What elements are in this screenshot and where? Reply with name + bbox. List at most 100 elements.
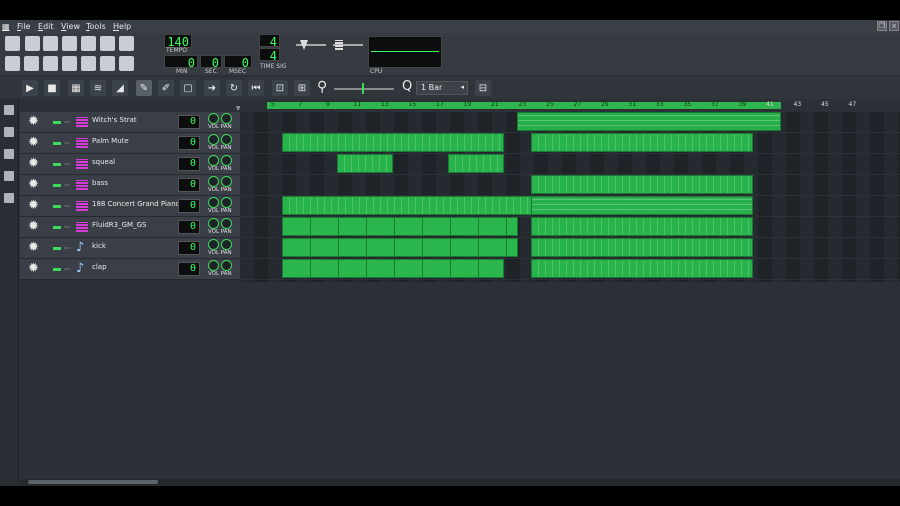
pattern-clip[interactable] xyxy=(531,196,753,215)
beat-bass-icon[interactable] xyxy=(24,56,39,71)
close-icon[interactable]: × xyxy=(889,21,899,31)
track-solo-toggle[interactable] xyxy=(64,247,70,249)
add-beat-track-icon[interactable]: ▦ xyxy=(68,80,84,96)
track-name[interactable]: clap xyxy=(92,263,107,271)
pattern-clip[interactable] xyxy=(282,217,518,236)
pattern-clip[interactable] xyxy=(531,259,753,278)
app-icon[interactable]: ▦ xyxy=(2,20,10,33)
pattern-clip[interactable] xyxy=(282,238,518,257)
horizontal-scroll-thumb[interactable] xyxy=(28,480,158,484)
track-name[interactable]: Witch's Strat xyxy=(92,116,137,124)
menu-file[interactable]: File xyxy=(17,20,30,33)
track-lane[interactable] xyxy=(240,133,900,154)
track-settings-gear-icon[interactable]: ✹ xyxy=(28,199,39,212)
pattern-clip[interactable] xyxy=(282,259,504,278)
track-solo-toggle[interactable] xyxy=(64,226,70,228)
track-mute-toggle[interactable] xyxy=(53,247,61,250)
piano-roll-icon[interactable] xyxy=(43,56,58,71)
track-solo-toggle[interactable] xyxy=(64,142,70,144)
pan-knob[interactable] xyxy=(221,134,232,145)
pattern-clip[interactable] xyxy=(531,175,753,194)
edit-mode-icon[interactable]: ✐ xyxy=(158,80,174,96)
project-notes-icon[interactable] xyxy=(119,56,134,71)
track-solo-toggle[interactable] xyxy=(64,268,70,270)
track-settings-gear-icon[interactable]: ✹ xyxy=(28,262,39,275)
song-editor-icon[interactable] xyxy=(5,56,20,71)
stop-icon[interactable]: ■ xyxy=(44,80,60,96)
save-icon[interactable] xyxy=(81,36,96,51)
draw-mode-icon[interactable]: ✎ xyxy=(136,80,152,96)
track-lane[interactable] xyxy=(240,154,900,175)
track-row[interactable]: ✹ FluidR3_GM_GS 0 VOL PAN xyxy=(20,217,240,238)
pan-knob[interactable] xyxy=(221,239,232,250)
track-row[interactable]: ✹ Witch's Strat 0 VOL PAN xyxy=(20,112,240,133)
play-icon[interactable]: ▶ xyxy=(22,80,38,96)
controller-icon[interactable] xyxy=(100,56,115,71)
proportional-snap-icon[interactable]: ⊟ xyxy=(475,80,491,96)
pan-knob[interactable] xyxy=(221,218,232,229)
computer-icon[interactable] xyxy=(4,193,14,203)
volume-knob[interactable] xyxy=(208,155,219,166)
pattern-clip[interactable] xyxy=(531,217,753,236)
recent-icon[interactable] xyxy=(62,36,77,51)
samples-icon[interactable] xyxy=(4,127,14,137)
zoom-slider-handle[interactable] xyxy=(362,83,364,94)
volume-knob[interactable] xyxy=(208,239,219,250)
track-mute-toggle[interactable] xyxy=(53,268,61,271)
track-row[interactable]: ✹ ♪ clap 0 VOL PAN xyxy=(20,259,240,280)
pan-knob[interactable] xyxy=(221,113,232,124)
pan-knob[interactable] xyxy=(221,155,232,166)
track-row[interactable]: ✹ 188 Concert Grand Piano 0 VOL PAN xyxy=(20,196,240,217)
export-tracks-icon[interactable] xyxy=(119,36,134,51)
menu-help[interactable]: Help xyxy=(113,20,131,33)
track-solo-toggle[interactable] xyxy=(64,163,70,165)
track-lane[interactable] xyxy=(240,112,900,133)
pan-knob[interactable] xyxy=(221,176,232,187)
track-solo-toggle[interactable] xyxy=(64,121,70,123)
volume-knob[interactable] xyxy=(208,113,219,124)
pan-knob[interactable] xyxy=(221,260,232,271)
track-name[interactable]: bass xyxy=(92,179,108,187)
mixer-icon[interactable] xyxy=(81,56,96,71)
track-settings-gear-icon[interactable]: ✹ xyxy=(28,178,39,191)
stop-behaviour-icon[interactable]: ⏮ xyxy=(248,80,264,96)
track-row[interactable]: ✹ Palm Mute 0 VOL PAN xyxy=(20,133,240,154)
zoom-slider[interactable] xyxy=(334,88,394,90)
select-mode-icon[interactable]: ▢ xyxy=(180,80,196,96)
track-lane[interactable] xyxy=(240,238,900,259)
pattern-clip[interactable] xyxy=(337,154,393,173)
volume-knob[interactable] xyxy=(208,260,219,271)
auto-scroll-icon[interactable]: ➜ xyxy=(204,80,220,96)
pattern-clip[interactable] xyxy=(531,133,753,152)
volume-knob[interactable] xyxy=(208,197,219,208)
track-name[interactable]: FluidR3_GM_GS xyxy=(92,221,146,229)
track-settings-gear-icon[interactable]: ✹ xyxy=(28,241,39,254)
new-from-template-icon[interactable] xyxy=(25,36,40,51)
volume-knob[interactable] xyxy=(208,176,219,187)
track-name[interactable]: 188 Concert Grand Piano xyxy=(92,200,180,208)
track-settings-gear-icon[interactable]: ✹ xyxy=(28,157,39,170)
fit-all-icon[interactable]: ⊞ xyxy=(294,80,310,96)
track-mute-toggle[interactable] xyxy=(53,163,61,166)
track-lane[interactable] xyxy=(240,196,900,217)
track-mute-toggle[interactable] xyxy=(53,205,61,208)
timesig-numerator[interactable]: 4 xyxy=(259,34,280,49)
presets-icon[interactable] xyxy=(4,149,14,159)
quantize-select[interactable]: 1 Bar ◂ xyxy=(416,81,468,95)
track-mute-toggle[interactable] xyxy=(53,142,61,145)
track-mute-toggle[interactable] xyxy=(53,121,61,124)
track-settings-gear-icon[interactable]: ✹ xyxy=(28,136,39,149)
volume-knob[interactable] xyxy=(208,134,219,145)
automation-icon[interactable] xyxy=(62,56,77,71)
track-lane[interactable] xyxy=(240,217,900,238)
home-icon[interactable] xyxy=(4,171,14,181)
pattern-clip[interactable] xyxy=(282,196,532,215)
new-icon[interactable] xyxy=(5,36,20,51)
pattern-clip[interactable] xyxy=(517,112,781,131)
open-icon[interactable] xyxy=(43,36,58,51)
timesig-denominator[interactable]: 4 xyxy=(259,48,280,63)
track-lane[interactable] xyxy=(240,259,900,280)
tempo-display[interactable]: 140 xyxy=(164,34,192,49)
restore-icon[interactable]: ❐ xyxy=(877,21,887,31)
track-solo-toggle[interactable] xyxy=(64,184,70,186)
